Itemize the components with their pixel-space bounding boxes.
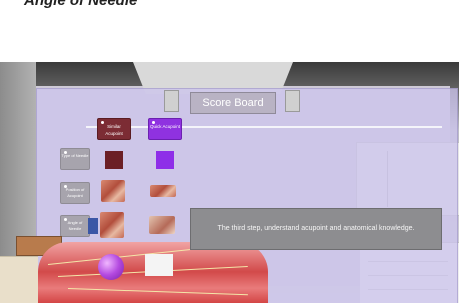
button-dot-icon (152, 121, 155, 124)
meridian-line (67, 288, 248, 296)
score-board-title: Score Board (190, 92, 276, 114)
pointer-sphere[interactable] (98, 254, 124, 280)
row-dot-icon (64, 218, 67, 221)
monitor (88, 218, 98, 234)
row-label-text: Position of Acupoint (65, 187, 85, 198)
button-dot-icon (101, 121, 104, 124)
quick-acupoint-button[interactable]: Quick Acupoint (148, 118, 182, 140)
header-right-cap (285, 90, 300, 112)
instruction-dialog: The third step, understand acupoint and … (190, 208, 442, 250)
vr-scene: Score Board Similar Acupoint Quick Acupo… (0, 62, 459, 303)
white-block (145, 254, 173, 276)
image-caption: Angle of Needle (24, 0, 138, 9)
similar-needle-swatch (105, 151, 123, 169)
header-left-cap (164, 90, 179, 112)
row-label-text: Angle of Needle (67, 220, 83, 231)
quick-needle-swatch (156, 151, 174, 169)
similar-acupoint-thumbnail (101, 180, 125, 202)
row-dot-icon (64, 185, 67, 188)
quick-acupoint-thumbnail (150, 185, 176, 197)
similar-angle-thumbnail (100, 212, 124, 238)
panel-rail (86, 126, 442, 128)
side-cabinet (0, 256, 38, 303)
quick-acupoint-label: Quick Acupoint (149, 124, 181, 129)
quick-angle-thumbnail (149, 216, 175, 234)
similar-acupoint-button[interactable]: Similar Acupoint (97, 118, 131, 140)
row-angle-of-needle[interactable]: Angle of Needle (60, 215, 90, 237)
row-dot-icon (64, 151, 67, 154)
score-board-header: Score Board (164, 90, 300, 116)
row-position-of-acupoint[interactable]: Position of Acupoint (60, 182, 90, 204)
row-type-of-needle[interactable]: Type of Needle (60, 148, 90, 170)
similar-acupoint-label: Similar Acupoint (105, 124, 123, 136)
